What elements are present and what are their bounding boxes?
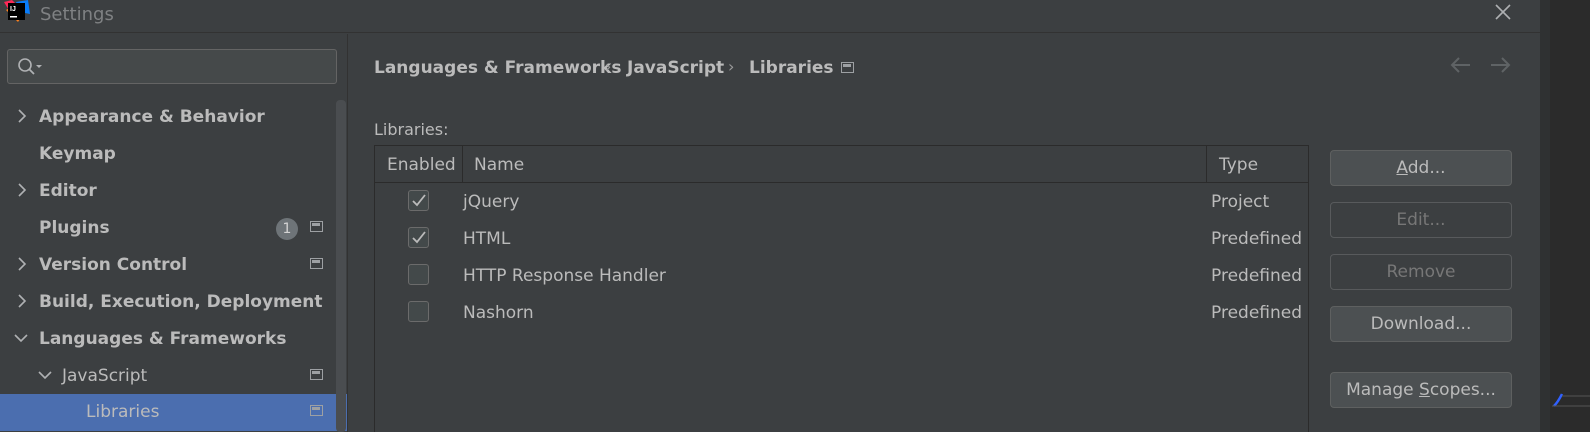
table-row[interactable]: jQuery Project [375, 183, 1308, 220]
enabled-checkbox[interactable] [408, 264, 429, 285]
library-name: Nashorn [463, 303, 534, 323]
project-level-icon [310, 369, 323, 380]
manage-scopes-button[interactable]: Manage Scopes... [1330, 372, 1512, 408]
sidebar-item-languages-frameworks[interactable]: Languages & Frameworks [0, 321, 336, 358]
add-button[interactable]: Add... [1330, 150, 1512, 186]
chevron-right-icon[interactable] [15, 293, 29, 309]
chevron-right-icon[interactable] [15, 108, 29, 124]
library-name: jQuery [463, 192, 520, 212]
libraries-table: Enabled Name Type jQuery Project HTML Pr… [374, 145, 1309, 432]
enabled-checkbox[interactable] [408, 190, 429, 211]
libraries-section-label: Libraries: [374, 120, 449, 139]
breadcrumb-separator: › [605, 57, 612, 76]
intellij-logo-icon: IJ [4, 0, 30, 22]
breadcrumb-item[interactable]: JavaScript [627, 58, 724, 78]
settings-dialog: IJ Settings Appearance & Behavior Keymap… [0, 0, 1590, 432]
chevron-right-icon[interactable] [15, 256, 29, 272]
table-row[interactable]: HTML Predefined [375, 220, 1308, 257]
sidebar-item-appearance-behavior[interactable]: Appearance & Behavior [0, 99, 336, 136]
sidebar-item-keymap[interactable]: Keymap [0, 136, 336, 173]
project-level-icon [310, 405, 323, 416]
sidebar-item-version-control[interactable]: Version Control [0, 247, 336, 284]
enabled-checkbox[interactable] [408, 301, 429, 322]
download-button[interactable]: Download... [1330, 306, 1512, 342]
sidebar-item-label: Languages & Frameworks [39, 329, 287, 349]
search-icon[interactable] [16, 56, 44, 78]
close-icon[interactable] [1491, 0, 1515, 24]
editor-fragment [1552, 393, 1590, 407]
sidebar-item-label: Plugins [39, 218, 110, 238]
settings-tree-panel: Appearance & Behavior Keymap Editor Plug… [0, 34, 348, 432]
library-type: Predefined [1211, 303, 1303, 323]
updates-count-badge: 1 [276, 218, 298, 240]
chevron-down-icon[interactable] [38, 367, 52, 383]
sidebar-item-libraries[interactable]: Libraries [0, 394, 347, 431]
sidebar-item-plugins[interactable]: Plugins 1 [0, 210, 336, 247]
sidebar-item-build-execution-deployment[interactable]: Build, Execution, Deployment [0, 284, 336, 321]
enabled-checkbox[interactable] [408, 227, 429, 248]
title-bar: IJ Settings [0, 0, 1540, 33]
project-level-icon [310, 221, 323, 232]
breadcrumb-item: Libraries [749, 58, 834, 78]
column-header-type[interactable]: Type [1219, 155, 1258, 175]
library-type: Predefined [1211, 229, 1303, 249]
table-header: Enabled Name Type [375, 146, 1308, 183]
remove-button[interactable]: Remove [1330, 254, 1512, 290]
background-editor-strip [1540, 0, 1590, 432]
table-row[interactable]: Nashorn Predefined [375, 294, 1308, 331]
arrow-left-icon[interactable] [1448, 54, 1474, 76]
sidebar-item-label: Version Control [39, 255, 188, 275]
sidebar-item-editor[interactable]: Editor [0, 173, 336, 210]
sidebar-scrollbar[interactable] [336, 100, 346, 432]
search-input[interactable] [7, 49, 337, 84]
chevron-down-icon[interactable] [14, 330, 28, 346]
library-type: Project [1211, 192, 1270, 212]
project-level-icon [310, 258, 323, 269]
library-type: Predefined [1211, 266, 1303, 286]
edit-button[interactable]: Edit... [1330, 202, 1512, 238]
table-row[interactable]: HTTP Response Handler Predefined [375, 257, 1308, 294]
project-level-icon [841, 62, 854, 73]
sidebar-item-label: Libraries [86, 402, 160, 422]
sidebar-item-javascript[interactable]: JavaScript [0, 358, 336, 395]
arrow-right-icon[interactable] [1487, 54, 1513, 76]
sidebar-item-label: Appearance & Behavior [39, 107, 265, 127]
sidebar-item-label: Build, Execution, Deployment [39, 292, 323, 312]
column-header-enabled[interactable]: Enabled [387, 155, 456, 175]
window-title: Settings [40, 4, 114, 25]
checkmark-icon [412, 231, 426, 244]
settings-content-panel: Languages & Frameworks › JavaScript › Li… [349, 34, 1540, 432]
chevron-right-icon[interactable] [15, 182, 29, 198]
checkmark-icon [412, 194, 426, 207]
library-name: HTML [463, 229, 511, 249]
sidebar-item-label: Editor [39, 181, 97, 201]
column-header-name[interactable]: Name [474, 155, 524, 175]
sidebar-item-label: JavaScript [62, 366, 148, 386]
breadcrumb-item[interactable]: Languages & Frameworks [374, 58, 621, 78]
svg-text:IJ: IJ [10, 6, 16, 13]
library-name: HTTP Response Handler [463, 266, 666, 286]
sidebar-item-label: Keymap [39, 144, 116, 164]
breadcrumb-separator: › [728, 57, 735, 76]
